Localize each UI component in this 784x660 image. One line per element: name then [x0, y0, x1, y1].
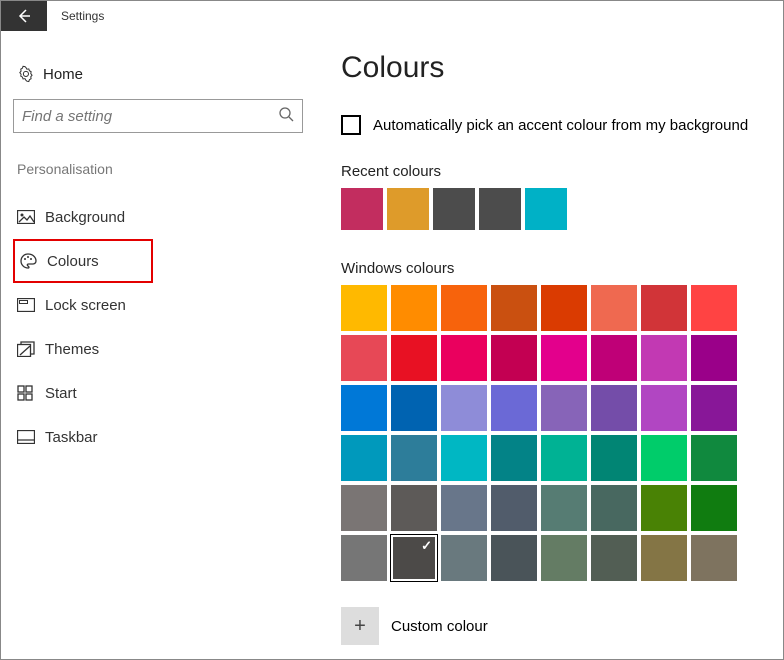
windows-colour-swatch[interactable]: [691, 485, 737, 531]
gear-icon: [17, 65, 43, 83]
picture-icon: [17, 210, 45, 224]
windows-colours-grid: [341, 285, 771, 581]
windows-colour-swatch[interactable]: [591, 435, 637, 481]
windows-colour-swatch[interactable]: [441, 335, 487, 381]
windows-colour-swatch[interactable]: [391, 385, 437, 431]
windows-colour-swatch[interactable]: [541, 285, 587, 331]
page-title: Colours: [341, 51, 771, 85]
windows-colour-swatch[interactable]: [691, 435, 737, 481]
windows-colour-swatch[interactable]: [541, 435, 587, 481]
sidebar-item-lock-screen[interactable]: Lock screen: [13, 283, 313, 327]
main-panel: Colours Automatically pick an accent col…: [313, 31, 771, 645]
windows-colour-swatch[interactable]: [641, 385, 687, 431]
windows-colour-swatch[interactable]: [391, 335, 437, 381]
windows-colour-swatch[interactable]: [691, 535, 737, 581]
plus-icon: +: [341, 607, 379, 645]
windows-colour-swatch[interactable]: [541, 335, 587, 381]
windows-colour-swatch[interactable]: [591, 335, 637, 381]
sidebar-item-background[interactable]: Background: [13, 195, 313, 239]
windows-colour-swatch[interactable]: [541, 535, 587, 581]
windows-colour-swatch[interactable]: [491, 285, 537, 331]
sidebar-item-colours[interactable]: Colours: [13, 239, 153, 283]
windows-colour-swatch[interactable]: [641, 535, 687, 581]
back-button[interactable]: [1, 1, 47, 31]
windows-colour-swatch[interactable]: [391, 435, 437, 481]
custom-colour-button[interactable]: + Custom colour: [341, 607, 771, 645]
windows-colour-swatch[interactable]: [341, 335, 387, 381]
windows-colour-swatch[interactable]: [441, 535, 487, 581]
windows-colour-swatch[interactable]: [341, 285, 387, 331]
windows-colour-swatch[interactable]: [491, 335, 537, 381]
sidebar: Home Personalisation Background Colours Lo…: [13, 31, 313, 645]
windows-colour-swatch[interactable]: [391, 535, 437, 581]
search-icon: [278, 106, 294, 127]
windows-colour-swatch[interactable]: [491, 485, 537, 531]
windows-colour-swatch[interactable]: [691, 285, 737, 331]
windows-colour-swatch[interactable]: [541, 385, 587, 431]
recent-colour-swatch[interactable]: [479, 188, 521, 230]
section-label: Personalisation: [13, 161, 313, 177]
home-button[interactable]: Home: [13, 57, 313, 99]
recent-colours-heading: Recent colours: [341, 163, 771, 180]
windows-colour-swatch[interactable]: [591, 485, 637, 531]
auto-pick-label: Automatically pick an accent colour from…: [373, 117, 748, 134]
windows-colour-swatch[interactable]: [441, 285, 487, 331]
sidebar-item-label: Colours: [47, 253, 99, 270]
recent-colour-swatch[interactable]: [341, 188, 383, 230]
windows-colour-swatch[interactable]: [441, 435, 487, 481]
windows-colour-swatch[interactable]: [491, 435, 537, 481]
windows-colour-swatch[interactable]: [691, 335, 737, 381]
windows-colour-swatch[interactable]: [641, 285, 687, 331]
sidebar-item-label: Start: [45, 385, 77, 402]
sidebar-item-label: Lock screen: [45, 297, 126, 314]
lockscreen-icon: [17, 298, 45, 312]
windows-colour-swatch[interactable]: [441, 385, 487, 431]
home-label: Home: [43, 66, 83, 83]
palette-icon: [19, 252, 47, 270]
windows-colour-swatch[interactable]: [391, 485, 437, 531]
windows-colour-swatch[interactable]: [641, 435, 687, 481]
taskbar-icon: [17, 430, 45, 444]
sidebar-item-start[interactable]: Start: [13, 371, 313, 415]
windows-colour-swatch[interactable]: [641, 485, 687, 531]
search-box[interactable]: [13, 99, 303, 133]
windows-colour-swatch[interactable]: [391, 285, 437, 331]
recent-colour-swatch[interactable]: [433, 188, 475, 230]
windows-colour-swatch[interactable]: [641, 335, 687, 381]
windows-colour-swatch[interactable]: [341, 535, 387, 581]
windows-colour-swatch[interactable]: [491, 535, 537, 581]
windows-colour-swatch[interactable]: [691, 385, 737, 431]
custom-colour-label: Custom colour: [391, 618, 488, 635]
windows-colour-swatch[interactable]: [591, 535, 637, 581]
start-icon: [17, 385, 45, 401]
windows-colour-swatch[interactable]: [341, 385, 387, 431]
recent-colour-swatch[interactable]: [387, 188, 429, 230]
windows-colour-swatch[interactable]: [591, 285, 637, 331]
themes-icon: [17, 341, 45, 357]
windows-colour-swatch[interactable]: [341, 435, 387, 481]
sidebar-item-label: Taskbar: [45, 429, 98, 446]
windows-colour-swatch[interactable]: [541, 485, 587, 531]
search-input[interactable]: [22, 108, 278, 125]
windows-colour-swatch[interactable]: [441, 485, 487, 531]
windows-colour-swatch[interactable]: [491, 385, 537, 431]
arrow-left-icon: [16, 8, 32, 24]
sidebar-item-taskbar[interactable]: Taskbar: [13, 415, 313, 459]
recent-colours-row: [341, 188, 771, 230]
windows-colour-swatch[interactable]: [341, 485, 387, 531]
sidebar-item-label: Themes: [45, 341, 99, 358]
app-title: Settings: [61, 9, 104, 23]
checkbox-icon: [341, 115, 361, 135]
sidebar-item-label: Background: [45, 209, 125, 226]
auto-pick-checkbox[interactable]: Automatically pick an accent colour from…: [341, 115, 771, 135]
windows-colour-swatch[interactable]: [591, 385, 637, 431]
recent-colour-swatch[interactable]: [525, 188, 567, 230]
sidebar-item-themes[interactable]: Themes: [13, 327, 313, 371]
windows-colours-heading: Windows colours: [341, 260, 771, 277]
